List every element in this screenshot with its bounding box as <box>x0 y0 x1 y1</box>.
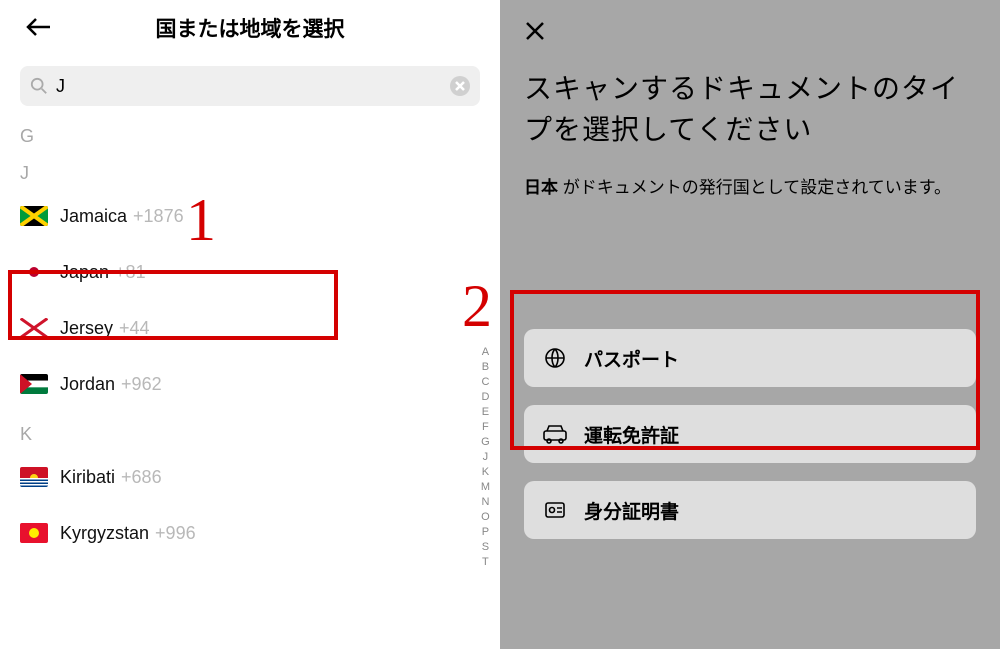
alpha-C[interactable]: C <box>481 375 489 390</box>
dial-code: +1876 <box>133 206 184 227</box>
alpha-O[interactable]: O <box>481 510 490 525</box>
country-row-jordan[interactable]: Jordan +962 <box>0 356 500 412</box>
country-list: GJJamaica+1876Japan+81Jersey+44Jordan+96… <box>0 114 500 561</box>
alpha-N[interactable]: N <box>481 495 489 510</box>
flag-icon <box>20 206 48 226</box>
car-icon <box>542 423 568 445</box>
flag-icon <box>20 318 48 338</box>
alpha-E[interactable]: E <box>482 405 489 420</box>
country-row-jamaica[interactable]: Jamaica +1876 <box>0 188 500 244</box>
globe-icon <box>542 346 568 370</box>
alpha-M[interactable]: M <box>481 480 490 495</box>
country-name: Kyrgyzstan <box>60 523 149 544</box>
country-name: Kiribati <box>60 467 115 488</box>
alpha-G[interactable]: G <box>481 435 490 450</box>
doc-option-car[interactable]: 運転免許証 <box>524 405 976 463</box>
doc-panel-subtitle: 日本 がドキュメントの発行国として設定されています。 <box>524 174 976 203</box>
alpha-J[interactable]: J <box>483 450 489 465</box>
dial-code: +686 <box>121 467 162 488</box>
dial-code: +996 <box>155 523 196 544</box>
alpha-D[interactable]: D <box>481 390 489 405</box>
country-name: Jamaica <box>60 206 127 227</box>
doc-label: 運転免許証 <box>584 421 679 448</box>
alpha-A[interactable]: A <box>482 345 489 360</box>
country-name: Jersey <box>60 318 113 339</box>
section-header: G <box>0 114 500 151</box>
country-select-panel: 国または地域を選択 GJJamaica+1876Japan+81Jersey+4… <box>0 0 500 649</box>
alpha-T[interactable]: T <box>482 555 489 570</box>
idcard-icon <box>542 498 568 522</box>
alpha-B[interactable]: B <box>482 360 489 375</box>
flag-icon <box>20 262 48 282</box>
doc-panel-title: スキャンするドキュメントのタイプを選択してください <box>524 69 976 150</box>
close-button[interactable] <box>524 20 546 47</box>
left-header: 国または地域を選択 <box>0 12 500 48</box>
section-header: J <box>0 151 500 188</box>
dial-code: +44 <box>119 318 150 339</box>
document-type-panel: スキャンするドキュメントのタイプを選択してください 日本 がドキュメントの発行国… <box>500 0 1000 649</box>
doc-label: パスポート <box>584 345 679 372</box>
country-name: Jordan <box>60 374 115 395</box>
search-field[interactable] <box>20 66 480 106</box>
doc-option-globe[interactable]: パスポート <box>524 329 976 387</box>
clear-search-button[interactable] <box>450 76 470 96</box>
country-row-japan[interactable]: Japan +81 <box>0 244 500 300</box>
country-row-kyrgyzstan[interactable]: Kyrgyzstan +996 <box>0 505 500 561</box>
doc-label: 身分証明書 <box>584 497 679 524</box>
alpha-F[interactable]: F <box>482 420 489 435</box>
alpha-index[interactable]: ABCDEFGJKMNOPST <box>481 345 490 570</box>
country-name: Japan <box>60 262 109 283</box>
flag-icon <box>20 523 48 543</box>
dial-code: +962 <box>121 374 162 395</box>
doc-option-idcard[interactable]: 身分証明書 <box>524 481 976 539</box>
document-options: パスポート運転免許証身分証明書 <box>524 329 976 539</box>
back-button[interactable] <box>26 16 52 43</box>
alpha-K[interactable]: K <box>482 465 489 480</box>
search-input[interactable] <box>56 76 450 97</box>
dial-code: +81 <box>115 262 146 283</box>
country-row-kiribati[interactable]: Kiribati +686 <box>0 449 500 505</box>
flag-icon <box>20 467 48 487</box>
page-title: 国または地域を選択 <box>0 12 500 48</box>
alpha-P[interactable]: P <box>482 525 489 540</box>
search-icon <box>30 77 48 95</box>
flag-icon <box>20 374 48 394</box>
country-row-jersey[interactable]: Jersey +44 <box>0 300 500 356</box>
section-header: K <box>0 412 500 449</box>
alpha-S[interactable]: S <box>482 540 489 555</box>
